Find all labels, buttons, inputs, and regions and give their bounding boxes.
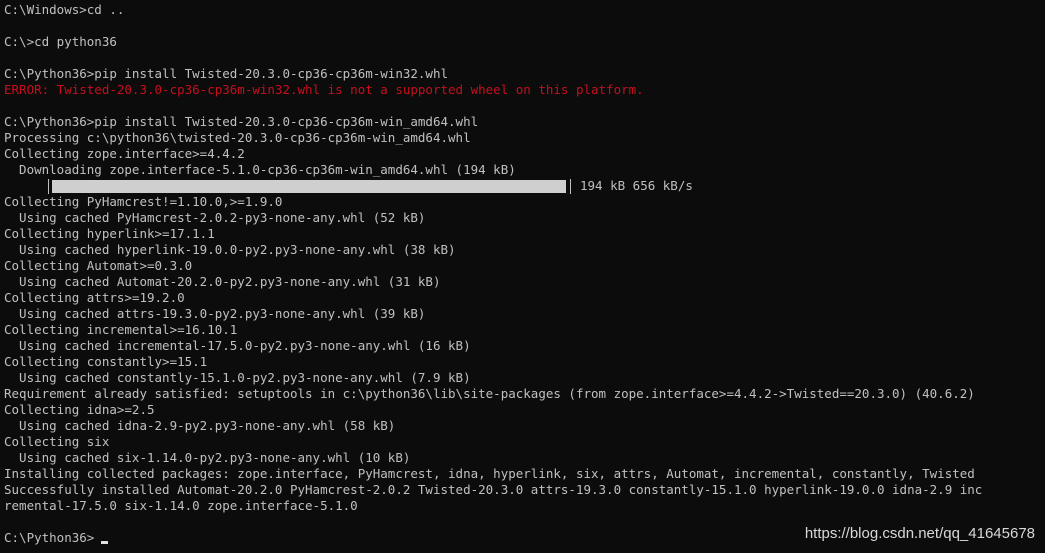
console-line: Requirement already satisfied: setuptool… [4,386,975,401]
console-line: Processing c:\python36\twisted-20.3.0-cp… [4,130,471,145]
console-line: C:\Windows>cd .. [4,2,125,17]
console-line: Using cached attrs-19.3.0-py2.py3-none-a… [4,306,426,321]
progress-stats: 194 kB 656 kB/s [580,178,693,193]
console-line: remental-17.5.0 six-1.14.0 zope.interfac… [4,498,358,513]
console-line: Collecting attrs>=19.2.0 [4,290,185,305]
console-line: Installing collected packages: zope.inte… [4,466,975,481]
progress-left-edge [48,179,49,194]
console-line: Using cached constantly-15.1.0-py2.py3-n… [4,370,471,385]
console-line: Using cached idna-2.9-py2.py3-none-any.w… [4,418,396,433]
console-line: Using cached six-1.14.0-py2.py3-none-any… [4,450,411,465]
console-line: Using cached Automat-20.2.0-py2.py3-none… [4,274,441,289]
console-line: C:\Python36>pip install Twisted-20.3.0-c… [4,114,479,129]
console-line: Downloading zope.interface-5.1.0-cp36-cp… [4,162,516,177]
console-line: C:\Python36>pip install Twisted-20.3.0-c… [4,66,449,81]
console-line: Collecting six [4,434,110,449]
console-line: Collecting zope.interface>=4.4.2 [4,146,245,161]
console-line: Collecting constantly>=15.1 [4,354,208,369]
console-window[interactable]: C:\Windows>cd .. C:\>cd python36 C:\Python… [0,0,1045,553]
download-progress: 194 kB 656 kB/s [4,178,764,194]
console-line: Collecting hyperlink>=17.1.1 [4,226,215,241]
console-line: Successfully installed Automat-20.2.0 Py… [4,482,983,497]
console-line: Using cached incremental-17.5.0-py2.py3-… [4,338,471,353]
console-line: Collecting incremental>=16.10.1 [4,322,238,337]
console-line: Collecting PyHamcrest!=1.10.0,>=1.9.0 [4,194,283,209]
console-line: Collecting idna>=2.5 [4,402,155,417]
error-line: ERROR: Twisted-20.3.0-cp36-cp36m-win32.w… [4,82,644,97]
console-line: Collecting Automat>=0.3.0 [4,258,193,273]
progress-bar-fill [52,180,566,193]
console-line: Using cached PyHamcrest-2.0.2-py3-none-a… [4,210,426,225]
progress-right-edge [570,179,571,194]
text-cursor [101,541,108,544]
console-line: C:\Python36> [4,530,95,545]
watermark-text: https://blog.csdn.net/qq_41645678 [804,525,1035,542]
console-line: Using cached hyperlink-19.0.0-py2.py3-no… [4,242,456,257]
console-line: C:\>cd python36 [4,34,117,49]
